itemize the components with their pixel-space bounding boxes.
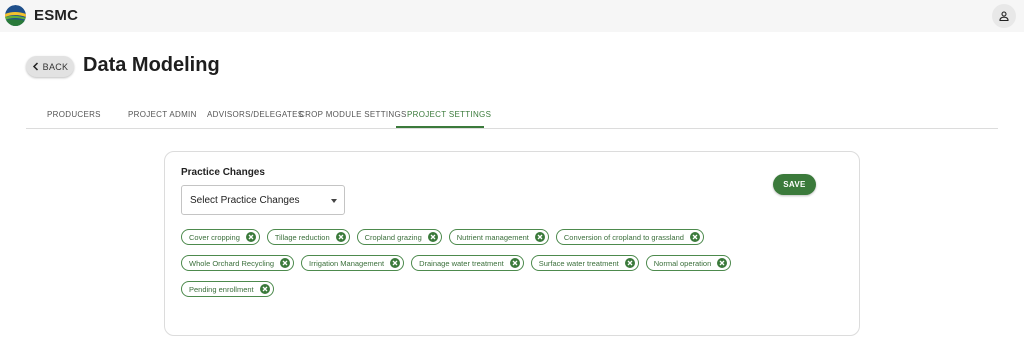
- remove-chip-icon[interactable]: [259, 284, 270, 294]
- active-tab-indicator: [396, 126, 484, 128]
- remove-chip-icon[interactable]: [427, 232, 438, 242]
- remove-chip-icon[interactable]: [689, 232, 700, 242]
- chip-label: Conversion of cropland to grassland: [563, 232, 684, 242]
- practice-chip: Drainage water treatment: [411, 255, 524, 271]
- practice-chips-list: Cover cropping Tillage reduction Cropland …: [181, 229, 761, 297]
- remove-chip-icon[interactable]: [280, 258, 291, 268]
- user-account-button[interactable]: [992, 4, 1016, 28]
- chip-label: Tillage reduction: [274, 232, 330, 242]
- back-button[interactable]: BACK: [26, 56, 74, 77]
- chevron-left-icon: [32, 62, 38, 71]
- practice-chip: Nutrient management: [448, 229, 549, 245]
- remove-chip-icon[interactable]: [534, 232, 545, 242]
- dropdown-arrow-icon: [331, 199, 337, 203]
- chip-label: Pending enrollment: [189, 284, 254, 294]
- tab-project-admin[interactable]: PROJECT ADMIN: [128, 110, 197, 119]
- practice-chip: Conversion of cropland to grassland: [555, 229, 704, 245]
- chip-label: Whole Orchard Recycling: [189, 258, 275, 268]
- save-button[interactable]: SAVE: [773, 174, 816, 195]
- remove-chip-icon[interactable]: [624, 258, 635, 268]
- remove-chip-icon[interactable]: [509, 258, 520, 268]
- chip-label: Cover cropping: [189, 232, 240, 242]
- remove-chip-icon[interactable]: [335, 232, 346, 242]
- practice-changes-select[interactable]: Select Practice Changes: [181, 185, 345, 215]
- top-app-bar: ESMC: [0, 0, 1024, 32]
- practice-chip: Irrigation Management: [301, 255, 405, 271]
- practice-changes-label: Practice Changes: [181, 167, 265, 178]
- practice-chip: Normal operation: [645, 255, 732, 271]
- practice-chip: Pending enrollment: [181, 281, 274, 297]
- chip-label: Surface water treatment: [538, 258, 619, 268]
- practice-chip: Surface water treatment: [530, 255, 639, 271]
- chip-label: Nutrient management: [456, 232, 529, 242]
- chip-label: Cropland grazing: [364, 232, 422, 242]
- user-icon: [999, 11, 1009, 21]
- practice-chip: Tillage reduction: [266, 229, 350, 245]
- practice-chip: Cover cropping: [181, 229, 260, 245]
- chip-label: Drainage water treatment: [419, 258, 504, 268]
- tab-advisors-delegates[interactable]: ADVISORS/DELEGATES: [207, 110, 303, 119]
- remove-chip-icon[interactable]: [717, 258, 728, 268]
- back-button-label: BACK: [42, 61, 69, 72]
- tab-bar: PRODUCERS PROJECT ADMIN ADVISORS/DELEGAT…: [26, 104, 998, 129]
- page-title: Data Modeling: [83, 54, 220, 76]
- select-placeholder: Select Practice Changes: [190, 194, 300, 206]
- tab-producers[interactable]: PRODUCERS: [47, 110, 101, 119]
- remove-chip-icon[interactable]: [245, 232, 256, 242]
- remove-chip-icon[interactable]: [390, 258, 401, 268]
- practice-chip: Cropland grazing: [356, 229, 442, 245]
- tab-crop-module-settings[interactable]: CROP MODULE SETTINGS: [299, 110, 407, 119]
- chip-label: Irrigation Management: [309, 258, 385, 268]
- tab-project-settings[interactable]: PROJECT SETTINGS: [407, 110, 491, 119]
- esmc-logo-icon[interactable]: [5, 5, 26, 26]
- app-title: ESMC: [34, 7, 79, 24]
- chip-label: Normal operation: [653, 258, 712, 268]
- practice-chip: Whole Orchard Recycling: [181, 255, 295, 271]
